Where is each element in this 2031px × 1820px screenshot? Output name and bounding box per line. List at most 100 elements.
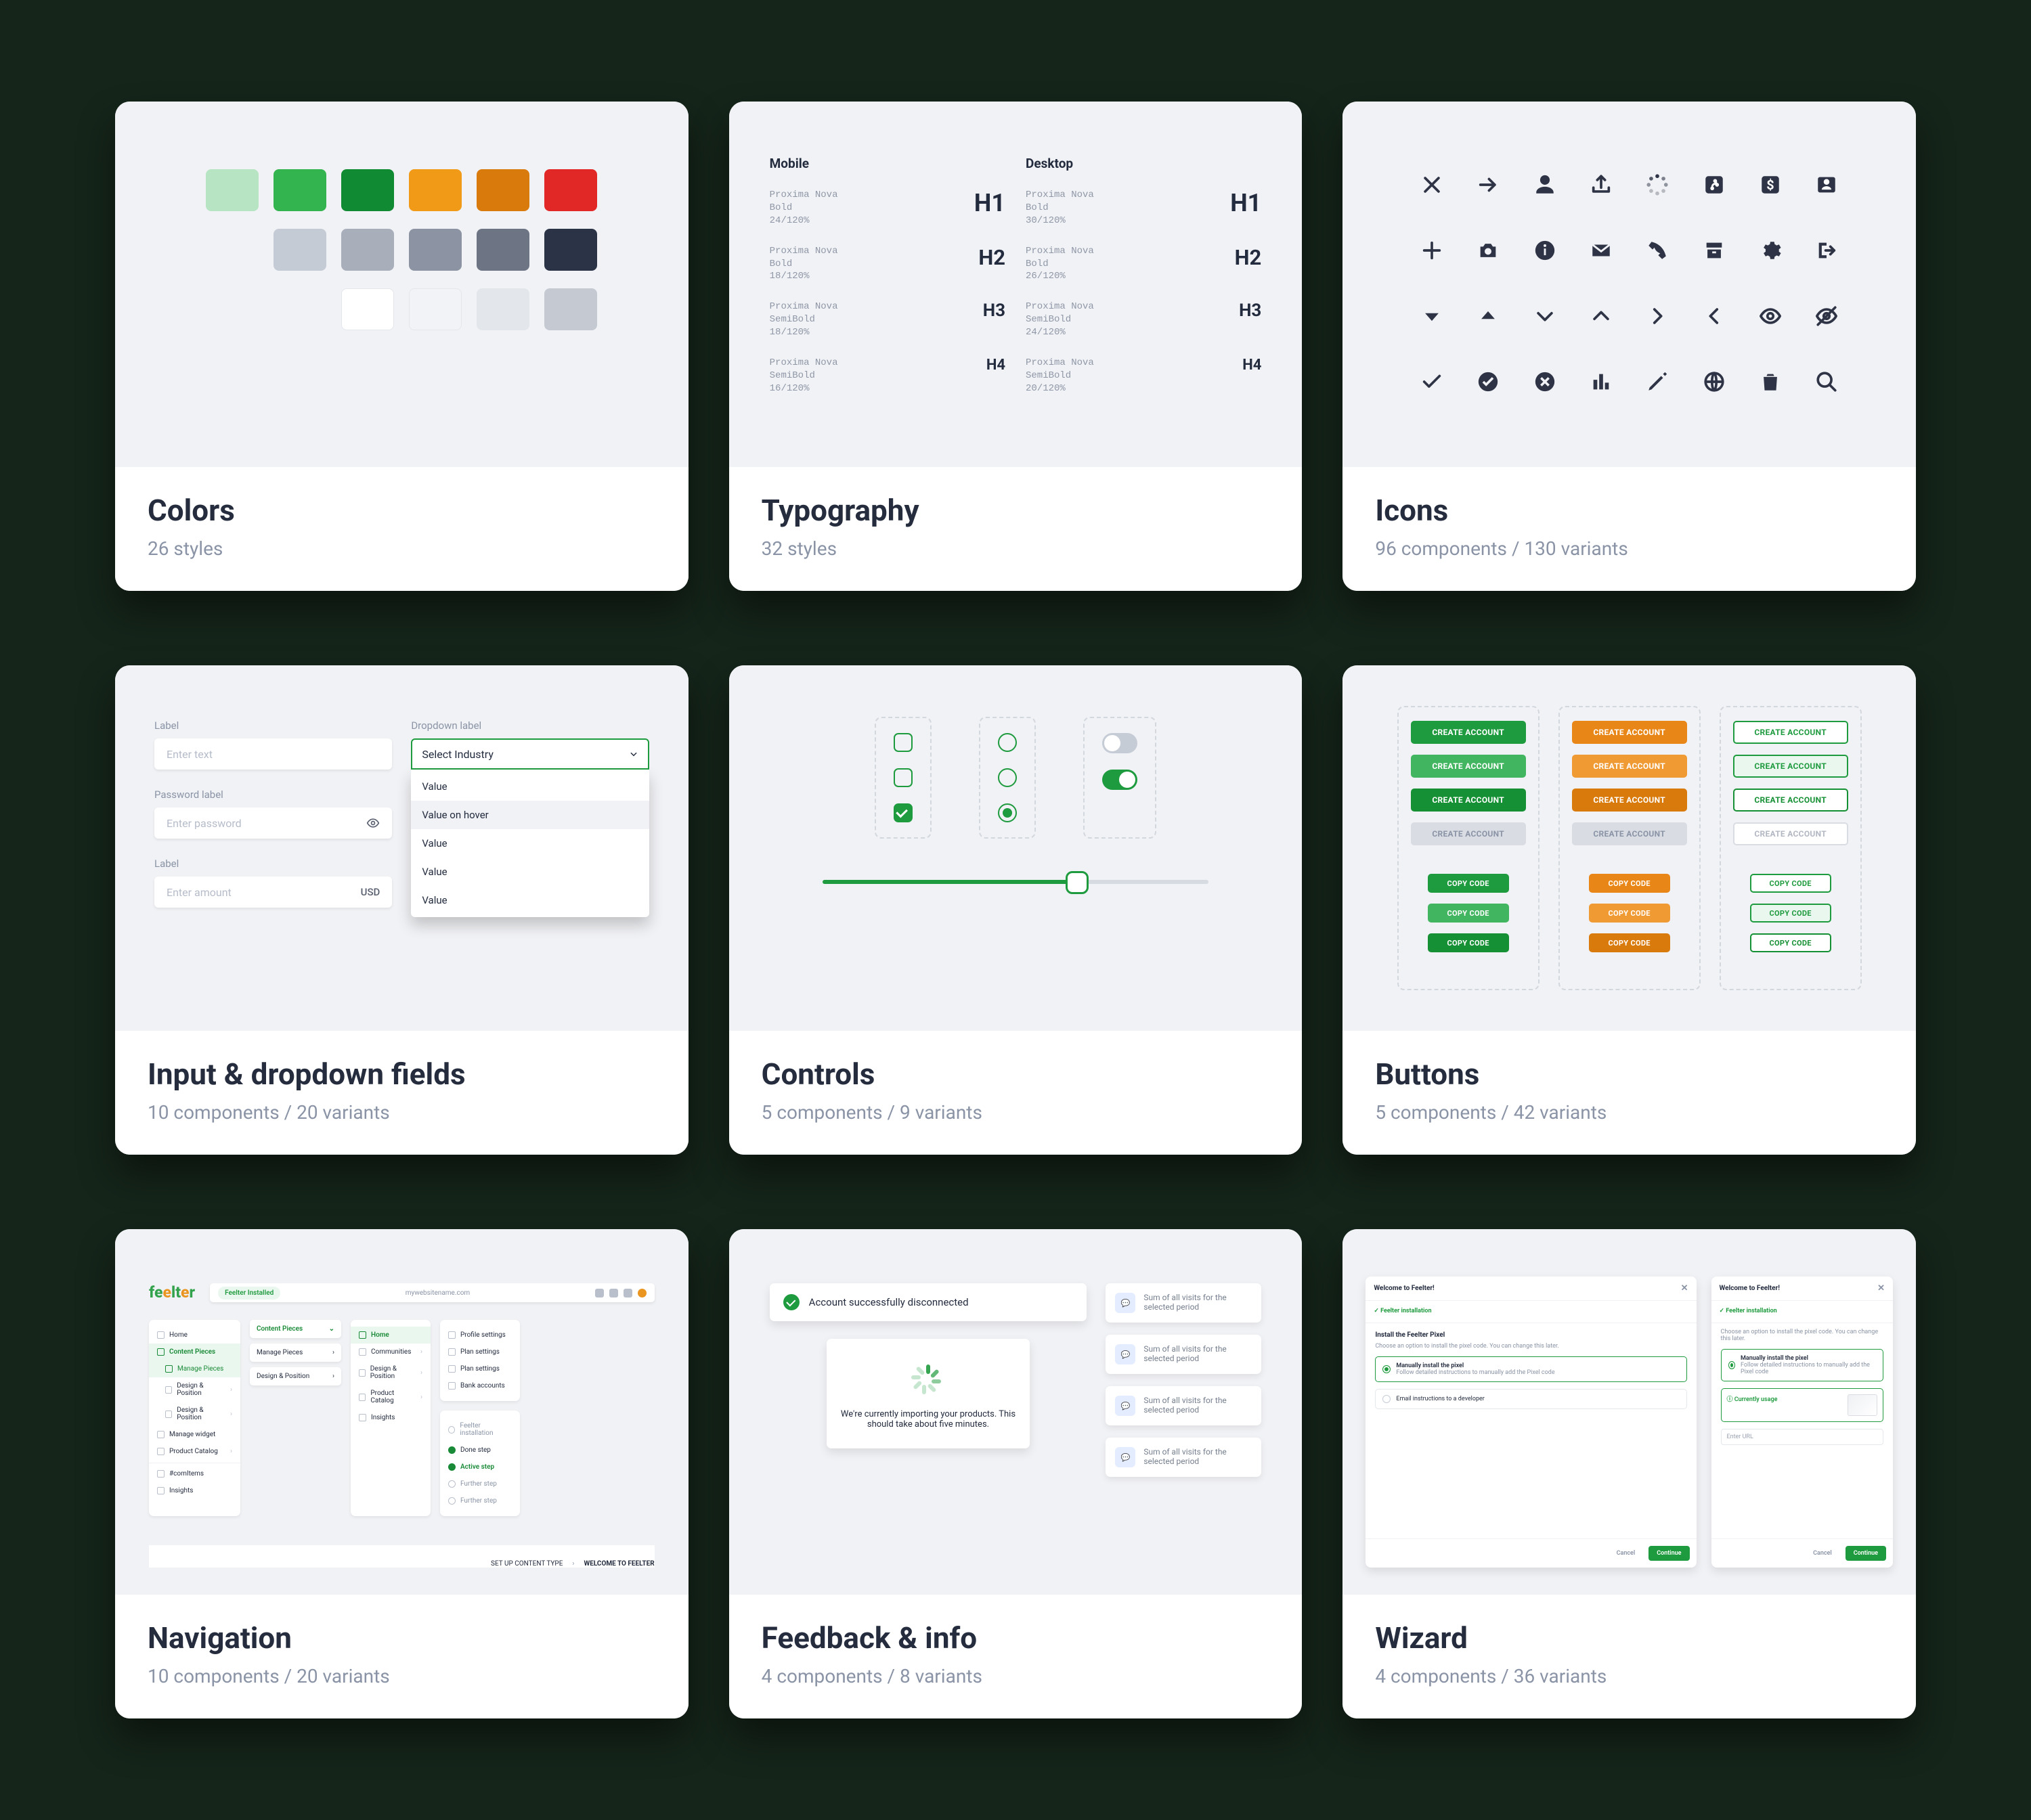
swatch xyxy=(341,229,394,271)
menu-item[interactable]: Product Catalog› xyxy=(149,1443,240,1460)
menu-item[interactable]: Plan settings xyxy=(440,1344,520,1360)
small-button[interactable]: Copy code xyxy=(1589,933,1670,952)
secondary-button-active[interactable]: CREATE ACCOUNT xyxy=(1572,789,1687,812)
primary-button-active[interactable]: CREATE ACCOUNT xyxy=(1411,789,1526,812)
menu-item-selected[interactable]: Home xyxy=(351,1327,431,1344)
breadcrumb-item[interactable]: SET UP CONTENT TYPE xyxy=(491,1560,563,1568)
card-typography[interactable]: Mobile Proxima Nova Bold 24/120%H1 Proxi… xyxy=(729,102,1303,591)
checkbox[interactable] xyxy=(894,733,913,752)
checkbox-checked[interactable] xyxy=(894,803,913,822)
swatch xyxy=(477,169,529,211)
menu-item[interactable]: Insights xyxy=(149,1482,240,1499)
accordion-item[interactable]: Design & Position› xyxy=(250,1367,341,1385)
card-wizard[interactable]: Welcome to Feelter!✕ ✓ Feelter installat… xyxy=(1342,1229,1916,1718)
globe-icon xyxy=(1703,370,1726,396)
close-icon[interactable]: ✕ xyxy=(1681,1283,1688,1293)
menu-item[interactable]: Communities› xyxy=(351,1344,431,1360)
preview-icons: $ xyxy=(1342,102,1916,467)
dropdown-item[interactable]: Value xyxy=(411,858,649,886)
menu-item[interactable]: Manage widget xyxy=(149,1426,240,1443)
menu-item[interactable]: Design & Position› xyxy=(351,1360,431,1385)
menu-subitem-selected[interactable]: Manage Pieces xyxy=(149,1360,240,1377)
small-outline-button[interactable]: Copy code xyxy=(1750,933,1831,952)
card-title: Feedback & info xyxy=(762,1620,1270,1656)
menu-item[interactable]: Home xyxy=(149,1327,240,1344)
small-outline-button[interactable]: Copy code xyxy=(1750,874,1831,893)
preview-navigation: feelter Feelter Installed mywebsitename.… xyxy=(115,1229,689,1595)
primary-button-hover[interactable]: CREATE ACCOUNT xyxy=(1411,755,1526,778)
card-feedback[interactable]: Account successfully disconnected We're … xyxy=(729,1229,1303,1718)
menu-item-selected[interactable]: Content Pieces xyxy=(149,1344,240,1360)
avatar[interactable] xyxy=(638,1289,647,1297)
wizard-option-selected[interactable]: Manually install the pixelFollow detaile… xyxy=(1721,1349,1884,1381)
menu-item[interactable]: Insights xyxy=(351,1409,431,1426)
menu-item[interactable]: Product Catalog› xyxy=(351,1385,431,1409)
dropdown-item[interactable]: Value on hover xyxy=(411,801,649,829)
topbar-icon[interactable] xyxy=(624,1289,632,1297)
plus-icon xyxy=(1420,239,1443,265)
small-button[interactable]: Copy code xyxy=(1428,874,1509,893)
checkbox[interactable] xyxy=(894,768,913,787)
url-input[interactable]: Enter URL xyxy=(1721,1429,1884,1445)
dropdown-item[interactable]: Value xyxy=(411,829,649,858)
menu-item[interactable]: Bank accounts xyxy=(440,1377,520,1394)
cancel-button[interactable]: Cancel xyxy=(1609,1546,1644,1561)
radio-checked[interactable] xyxy=(998,803,1017,822)
accordion-item[interactable]: Manage Pieces› xyxy=(250,1344,341,1362)
continue-button[interactable]: Continue xyxy=(1648,1546,1689,1561)
continue-button[interactable]: Continue xyxy=(1846,1546,1886,1561)
slider-thumb[interactable] xyxy=(1066,871,1089,894)
close-icon[interactable]: ✕ xyxy=(1877,1283,1885,1293)
accordion-item-selected[interactable]: Content Pieces⌄ xyxy=(250,1320,341,1338)
text-input[interactable]: Enter text xyxy=(154,738,392,770)
menu-item[interactable]: #comItems xyxy=(149,1463,240,1482)
wizard-option-selected[interactable]: Manually install the pixelFollow detaile… xyxy=(1375,1356,1686,1382)
radio[interactable] xyxy=(998,768,1017,787)
card-navigation[interactable]: feelter Feelter Installed mywebsitename.… xyxy=(115,1229,689,1718)
eye-icon[interactable] xyxy=(366,816,380,830)
step-done[interactable]: Done step xyxy=(440,1442,520,1459)
small-outline-button[interactable]: Copy code xyxy=(1750,904,1831,923)
topbar-icon[interactable] xyxy=(595,1289,604,1297)
wizard-option[interactable]: Email instructions to a developer xyxy=(1375,1389,1686,1409)
dropdown-select[interactable]: Select Industry xyxy=(411,738,649,770)
menu-item[interactable]: Profile settings xyxy=(440,1327,520,1344)
step-pending[interactable]: Further step xyxy=(440,1492,520,1509)
alert-text: Account successfully disconnected xyxy=(809,1296,969,1308)
cancel-button[interactable]: Cancel xyxy=(1805,1546,1840,1561)
menu-subitem[interactable]: Design & Position› xyxy=(149,1402,240,1426)
card-controls[interactable]: Controls 5 components / 9 variants xyxy=(729,665,1303,1155)
outline-button-hover[interactable]: CREATE ACCOUNT xyxy=(1733,755,1848,778)
card-inputs[interactable]: Label Enter text Password label Enter pa… xyxy=(115,665,689,1155)
small-button[interactable]: Copy code xyxy=(1428,904,1509,923)
menu-subitem[interactable]: Design & Position› xyxy=(149,1377,240,1402)
card-icons[interactable]: $ xyxy=(1342,102,1916,591)
check-circle-icon xyxy=(1477,370,1500,396)
slider[interactable] xyxy=(823,878,1208,885)
step-active[interactable]: Active step xyxy=(440,1459,520,1475)
amount-input[interactable]: Enter amount USD xyxy=(154,876,392,908)
topbar-icon[interactable] xyxy=(609,1289,618,1297)
outline-button-active[interactable]: CREATE ACCOUNT xyxy=(1733,789,1848,812)
toggle-off[interactable] xyxy=(1102,733,1137,753)
dropdown-item[interactable]: Value xyxy=(411,772,649,801)
secondary-button-hover[interactable]: CREATE ACCOUNT xyxy=(1572,755,1687,778)
callout-text: Sum of all visits for the selected perio… xyxy=(1143,1396,1252,1416)
card-buttons[interactable]: CREATE ACCOUNT CREATE ACCOUNT CREATE ACC… xyxy=(1342,665,1916,1155)
radio[interactable] xyxy=(998,733,1017,752)
password-input[interactable]: Enter password xyxy=(154,807,392,839)
toggle-on[interactable] xyxy=(1102,770,1137,790)
small-button[interactable]: Copy code xyxy=(1589,904,1670,923)
step-pending[interactable]: Further step xyxy=(440,1475,520,1492)
placeholder: Enter password xyxy=(167,817,242,830)
swatch-grid xyxy=(206,169,597,330)
menu-item[interactable]: Plan settings xyxy=(440,1360,520,1377)
small-button[interactable]: Copy code xyxy=(1428,933,1509,952)
primary-button[interactable]: CREATE ACCOUNT xyxy=(1411,721,1526,744)
dropdown-list: Value Value on hover Value Value Value xyxy=(411,770,649,917)
small-button[interactable]: Copy code xyxy=(1589,874,1670,893)
card-colors[interactable]: Colors 26 styles xyxy=(115,102,689,591)
secondary-button[interactable]: CREATE ACCOUNT xyxy=(1572,721,1687,744)
outline-button[interactable]: CREATE ACCOUNT xyxy=(1733,721,1848,744)
dropdown-item[interactable]: Value xyxy=(411,886,649,914)
